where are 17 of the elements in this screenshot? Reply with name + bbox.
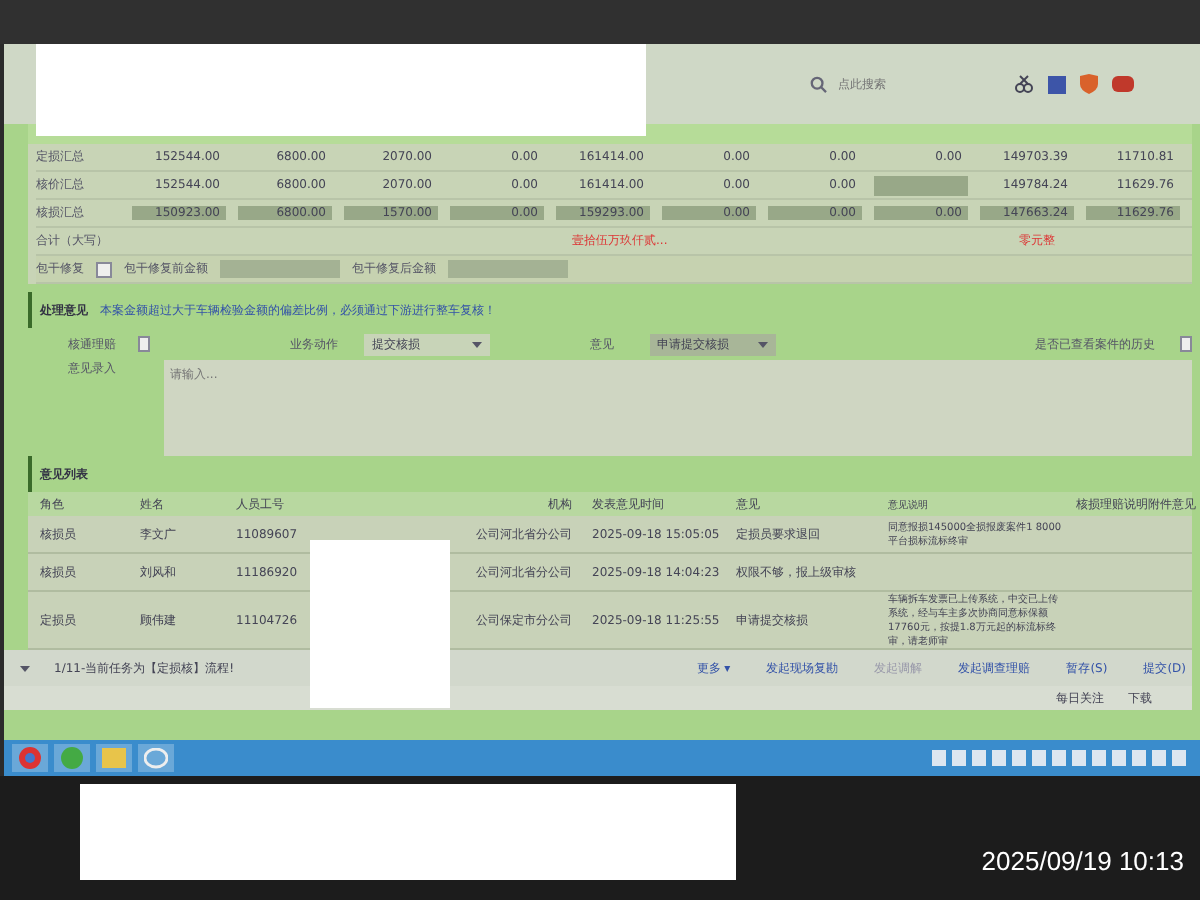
chat-icon[interactable]	[138, 744, 174, 772]
browser-icon[interactable]	[12, 744, 48, 772]
square-icon[interactable]	[1048, 75, 1066, 93]
checkbox[interactable]	[96, 261, 112, 277]
photo-timestamp: 2025/09/19 10:13	[981, 846, 1184, 876]
caret-icon	[471, 341, 482, 347]
input-field[interactable]	[220, 260, 340, 278]
scissors-icon[interactable]	[1014, 74, 1034, 94]
search-icon	[810, 75, 828, 93]
input-field[interactable]	[448, 260, 568, 278]
caret-icon	[757, 341, 768, 347]
shield-icon[interactable]	[1080, 74, 1098, 94]
caret-icon[interactable]	[20, 665, 30, 671]
folder-icon[interactable]	[96, 744, 132, 772]
tray-icons[interactable]	[932, 748, 1192, 768]
checkbox[interactable]	[1179, 336, 1193, 352]
checkbox[interactable]	[137, 336, 151, 352]
